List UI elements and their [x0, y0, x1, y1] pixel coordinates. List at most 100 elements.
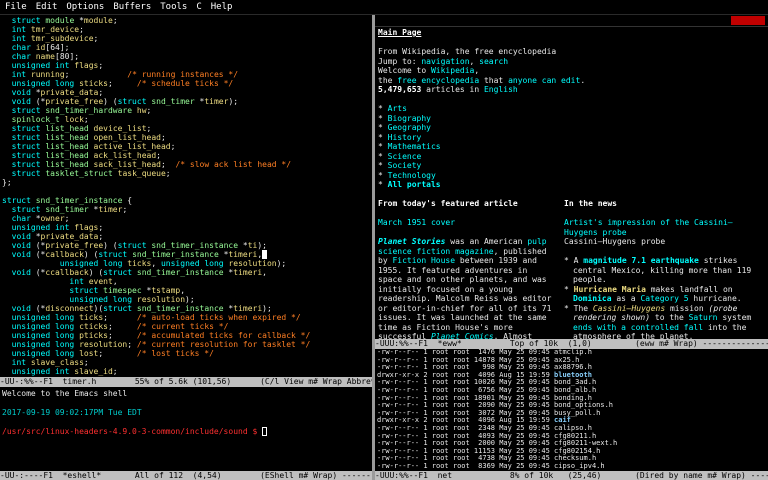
- text-segment: /* running instances */: [127, 70, 238, 79]
- link[interactable]: Category 5: [640, 294, 688, 303]
- text-segment: *: [224, 304, 234, 313]
- code-line: unsigned long lost; /* lost ticks */: [2, 349, 372, 358]
- text-segment: unsigned long: [2, 349, 74, 358]
- eww-portal-list: * Arts* Biography* Geography* History* M…: [378, 104, 766, 199]
- news-image-link[interactable]: Artist's impression of the Cassini–Huyge…: [564, 218, 733, 237]
- text-segment: timeri: [228, 250, 257, 259]
- menu-item-file[interactable]: File: [5, 0, 27, 14]
- text-segment: private_data: [41, 88, 99, 97]
- featured-text: Planet Stories was an American pulp scie…: [378, 237, 556, 339]
- link[interactable]: Saturn: [689, 313, 718, 322]
- text-segment: snd_timer_hardware: [45, 106, 132, 115]
- link[interactable]: magnitude 7.1 earthquake: [583, 256, 699, 265]
- text-segment: ;: [98, 223, 103, 232]
- text-segment: snd_timer_instance: [36, 196, 123, 205]
- text-segment: tasklet_struct: [45, 169, 112, 178]
- link[interactable]: Wikipedia: [431, 66, 474, 75]
- link[interactable]: Hurricane Maria: [574, 285, 646, 294]
- code-line: struct list_head ack_list_head;: [2, 151, 372, 160]
- text-segment: /usr/src/linux-headers-4.9.0-3-common/in…: [2, 427, 257, 436]
- link[interactable]: Biography: [388, 114, 431, 123]
- link[interactable]: navigation: [421, 57, 469, 66]
- text-segment: *: [378, 152, 388, 161]
- text-segment: owner: [41, 214, 65, 223]
- menu-item-options[interactable]: Options: [66, 0, 104, 14]
- code-line: [2, 187, 372, 196]
- news-item: * The Cassini–Huygens mission (probe ren…: [564, 304, 760, 340]
- text-segment: private_free: [45, 241, 103, 250]
- menu-item-buffers[interactable]: Buffers: [113, 0, 151, 14]
- link[interactable]: Geography: [388, 123, 431, 132]
- text-segment: *: [238, 241, 248, 250]
- text-segment: );: [262, 304, 272, 313]
- link[interactable]: All portals: [388, 180, 441, 189]
- portal-item: * Mathematics: [378, 142, 766, 152]
- link[interactable]: Science: [388, 152, 422, 161]
- portal-item: * Technology: [378, 171, 766, 181]
- link[interactable]: Fiction House: [392, 256, 455, 265]
- menu-item-help[interactable]: Help: [211, 0, 233, 14]
- link[interactable]: Mathematics: [388, 142, 441, 151]
- code-line: void (*disconnect)(struct snd_timer_inst…: [2, 304, 372, 313]
- text-cursor: [262, 427, 267, 436]
- text-segment: ,: [151, 259, 161, 268]
- link[interactable]: Technology: [388, 171, 436, 180]
- menu-item-tools[interactable]: Tools: [160, 0, 187, 14]
- menu-item-edit[interactable]: Edit: [36, 0, 58, 14]
- dired-file[interactable]: cipso_ipv4.h: [554, 462, 605, 470]
- link[interactable]: anyone can edit: [508, 76, 580, 85]
- text-cursor: [262, 250, 267, 259]
- menu-bar: File Edit Options Buffers Tools C Help: [0, 0, 768, 15]
- code-line: unsigned long resolution; /* current res…: [2, 340, 372, 349]
- text-segment: task_queue: [118, 169, 166, 178]
- link[interactable]: magazine: [455, 247, 494, 256]
- code-window[interactable]: struct module *module; int tmr_device; i…: [0, 15, 372, 377]
- text-segment: 2017-09-19 09:02:17PM Tue EDT: [2, 408, 142, 417]
- link[interactable]: search: [479, 57, 508, 66]
- code-line: struct snd_timer *timer;: [2, 205, 372, 214]
- link[interactable]: History: [388, 133, 422, 142]
- link[interactable]: English: [484, 85, 518, 94]
- link[interactable]: encyclopedia: [421, 76, 479, 85]
- text-segment: struct: [2, 160, 41, 169]
- link[interactable]: ends with a controlled fall: [573, 323, 703, 332]
- dired-modeline: -UUU:%%--F1 net 8% of 10k (25,46) (Dired…: [375, 471, 768, 480]
- eshell-window[interactable]: Welcome to the Emacs shell 2017-09-19 09…: [0, 387, 372, 471]
- link[interactable]: free: [397, 76, 416, 85]
- text-segment: ;: [108, 322, 137, 331]
- dired-window[interactable]: -rw-r--r-- 1 root root 1476 May 25 09:45…: [375, 349, 768, 471]
- text-segment: hurricane.: [689, 294, 742, 303]
- text-segment: private_free: [45, 97, 103, 106]
- link[interactable]: Arts: [388, 104, 407, 113]
- text-segment: timer: [204, 97, 228, 106]
- text-segment: ;: [113, 367, 118, 376]
- text-segment: name: [36, 52, 55, 61]
- eshell-line: /usr/src/linux-headers-4.9.0-3-common/in…: [2, 427, 372, 437]
- text-segment: flags: [74, 223, 98, 232]
- text-segment: private_data: [41, 232, 99, 241]
- eww-text-line: [378, 95, 766, 105]
- portal-item: * Science: [378, 152, 766, 162]
- link[interactable]: Planet Comics: [431, 332, 494, 339]
- featured-cover-link[interactable]: March 1951 cover: [378, 218, 455, 227]
- link[interactable]: Dominica: [573, 294, 612, 303]
- text-segment: *: [564, 285, 574, 294]
- text-segment: [2, 399, 7, 408]
- eww-columns: From today's featured article March 1951…: [378, 199, 766, 339]
- text-segment: ,: [113, 277, 118, 286]
- menu-item-c[interactable]: C: [196, 0, 201, 14]
- text-segment: ;: [122, 205, 127, 214]
- code-line: char *owner;: [2, 214, 372, 223]
- link[interactable]: Cassini–Huygens: [593, 304, 665, 313]
- text-segment: Cassini–Huygens probe: [564, 237, 665, 246]
- code-line: unsigned long sticks; /* schedule ticks …: [2, 79, 372, 88]
- text-segment: ;: [94, 34, 99, 43]
- code-line: struct tasklet_struct task_queue;: [2, 169, 372, 178]
- text-segment: callback: [45, 250, 84, 259]
- text-segment: 5,479,653: [378, 85, 421, 94]
- link[interactable]: Society: [388, 161, 422, 170]
- text-segment: *: [378, 171, 388, 180]
- link[interactable]: Planet Stories: [378, 237, 445, 246]
- code-line: int tmr_subdevice;: [2, 34, 372, 43]
- right-column: Wikipedia, the free encyclopedia: https:…: [375, 15, 768, 480]
